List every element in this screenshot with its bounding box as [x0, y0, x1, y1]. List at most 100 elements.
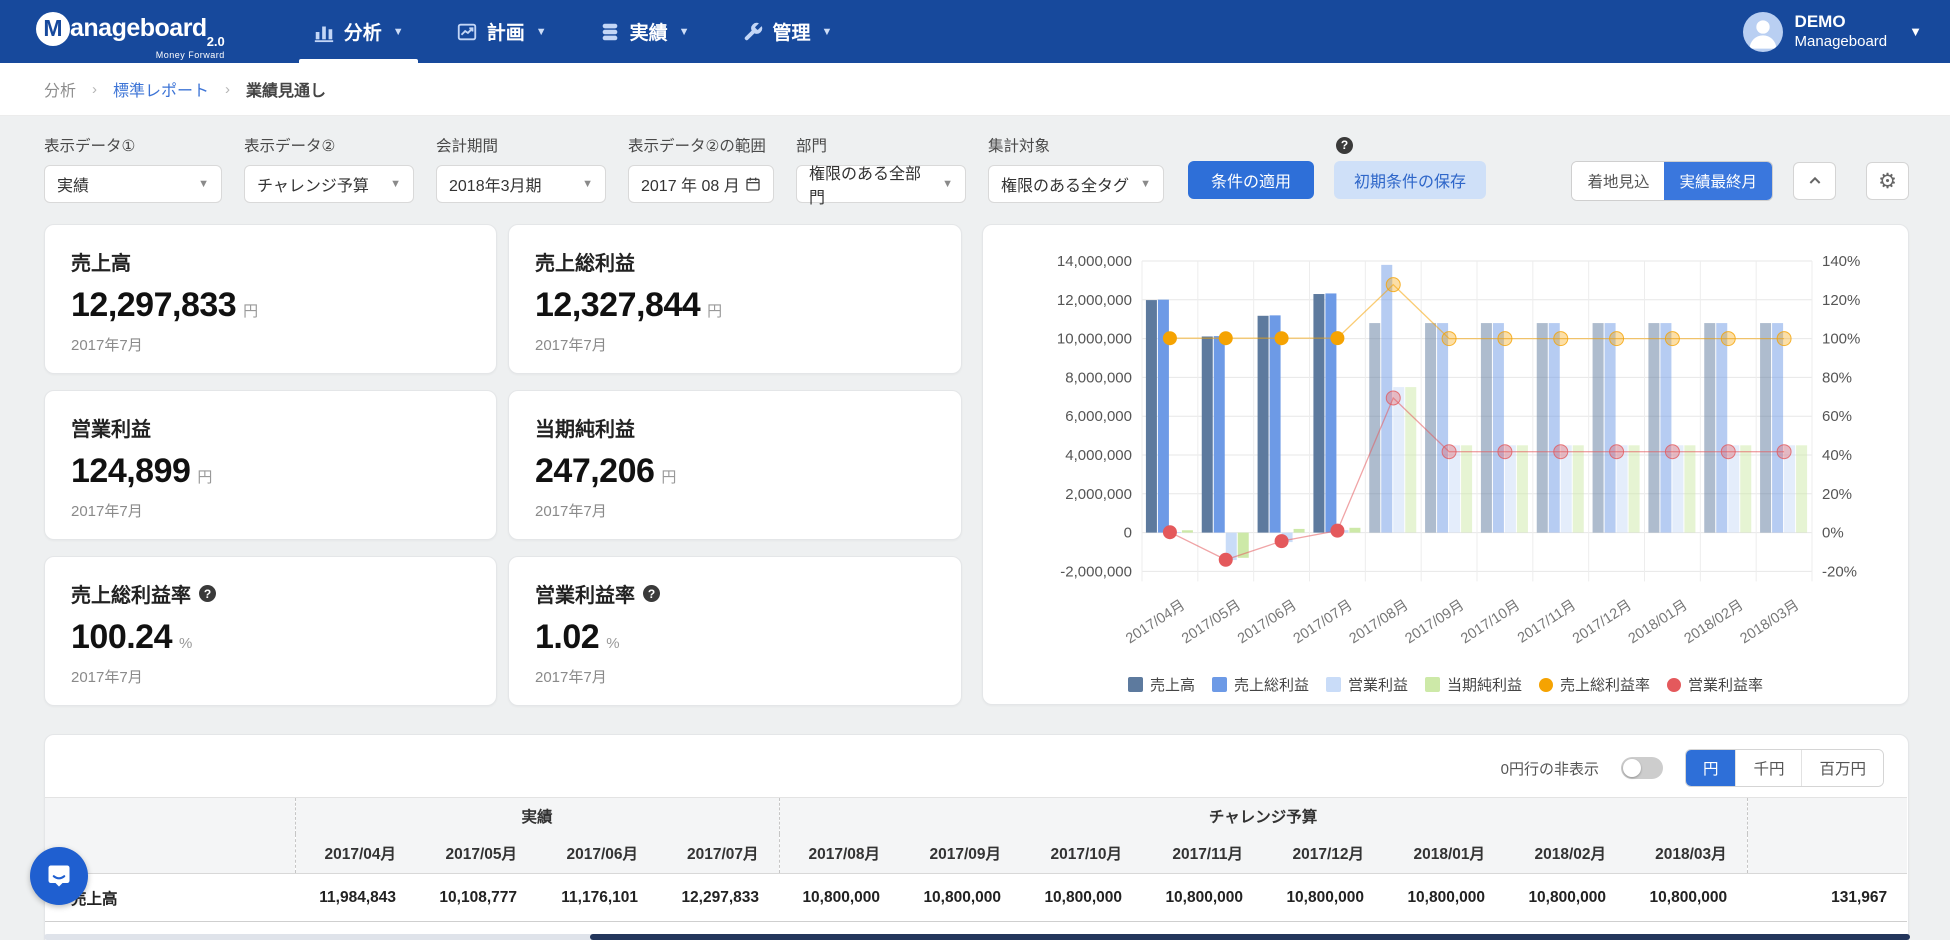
- chevron-down-icon: ▼: [1909, 24, 1922, 39]
- settings-button[interactable]: ⚙: [1866, 162, 1909, 200]
- breadcrumb-standard-report-link[interactable]: 標準レポート: [113, 77, 209, 101]
- display-data-1-select[interactable]: 実績▼: [44, 165, 222, 203]
- help-icon[interactable]: ?: [1336, 136, 1353, 154]
- report-table-wrap: 実績チャレンジ予算2017/04月2017/05月2017/06月2017/07…: [45, 797, 1908, 940]
- user-org: Manageboard: [1795, 32, 1888, 52]
- kpi-period: 2017年7月: [535, 666, 935, 687]
- chevron-down-icon: ▼: [1140, 178, 1151, 190]
- unit-million-yen-button[interactable]: 百万円: [1801, 750, 1883, 786]
- help-icon[interactable]: ?: [643, 585, 660, 602]
- kpi-title: 当期純利益: [535, 413, 635, 442]
- chart-bar: [1425, 323, 1436, 533]
- table-cell: 10,800,000: [779, 874, 900, 922]
- fiscal-period-select[interactable]: 2018年3月期▼: [436, 165, 606, 203]
- app-logo[interactable]: M anageboard 2.0 Money Forward: [36, 10, 225, 54]
- chart-bar: [1493, 323, 1504, 533]
- kpi-card-net-income: 当期純利益 247,206円 2017年7月: [508, 390, 962, 540]
- kpi-unit: 円: [197, 466, 212, 487]
- landing-forecast-button[interactable]: 着地見込: [1572, 162, 1664, 200]
- filter-label: 表示データ①: [44, 134, 222, 156]
- month-header: 2017/12月: [1263, 834, 1384, 874]
- nav-item-analysis[interactable]: 分析 ▼: [287, 0, 430, 63]
- chart-bar: [1393, 387, 1404, 532]
- help-icon[interactable]: ?: [199, 585, 216, 602]
- chart-point: [1163, 331, 1177, 345]
- chart-point: [1442, 445, 1456, 459]
- display-data-2-select[interactable]: チャレンジ予算▼: [244, 165, 414, 203]
- chart-point: [1554, 332, 1568, 346]
- nav-item-plan[interactable]: 計画 ▼: [430, 0, 573, 63]
- chart-bar: [1537, 323, 1548, 533]
- nav-item-label: 計画: [487, 18, 525, 45]
- month-header: 2017/04月: [295, 834, 416, 874]
- kpi-title: 営業利益: [71, 413, 151, 442]
- performance-chart: 14,000,000140%12,000,000120%10,000,00010…: [996, 235, 1895, 667]
- hide-zero-rows-toggle[interactable]: [1621, 757, 1663, 779]
- chart-point: [1330, 331, 1344, 345]
- user-menu[interactable]: DEMO Manageboard ▼: [1743, 0, 1922, 63]
- select-value: チャレンジ予算: [257, 172, 369, 196]
- svg-text:140%: 140%: [1822, 253, 1860, 270]
- group-header: チャレンジ予算: [779, 798, 1747, 834]
- filter-display-data-1: 表示データ① 実績▼: [44, 134, 222, 203]
- kpi-value: 124,899: [71, 452, 190, 491]
- select-value: 2018年3月期: [449, 172, 542, 196]
- nav-item-actuals[interactable]: 実績 ▼: [573, 0, 716, 63]
- month-header: 2018/02月: [1505, 834, 1626, 874]
- chart-point: [1330, 524, 1344, 538]
- chat-bubble-icon: [45, 862, 73, 890]
- view-controls: 着地見込 実績最終月 ⚙: [1571, 161, 1909, 201]
- horizontal-scrollbar-thumb[interactable]: [590, 934, 1910, 940]
- nav-item-admin[interactable]: 管理 ▼: [716, 0, 859, 63]
- kpi-card-sales: 売上高 12,297,833円 2017年7月: [44, 224, 497, 374]
- chart-bar: [1549, 323, 1560, 533]
- actual-last-month-button[interactable]: 実績最終月: [1664, 162, 1772, 200]
- aggregation-target-select[interactable]: 権限のある全タグ▼: [988, 165, 1164, 203]
- chart-point: [1386, 278, 1400, 292]
- line-chart-icon: [456, 21, 478, 43]
- chart-bar: [1325, 293, 1336, 532]
- kpi-grid: 売上高 12,297,833円 2017年7月 売上総利益 12,327,844…: [44, 224, 962, 706]
- table-cell: 12,297,833: [658, 874, 779, 922]
- svg-text:120%: 120%: [1822, 292, 1860, 309]
- collapse-panel-button[interactable]: [1793, 162, 1836, 200]
- wrench-icon: [742, 21, 764, 43]
- svg-text:2018/02月: 2018/02月: [1682, 597, 1747, 647]
- data2-range-date-input[interactable]: 2017 年 08 月: [628, 165, 774, 203]
- table-cell-total: 131,967: [1747, 874, 1907, 922]
- kpi-period: 2017年7月: [71, 666, 470, 687]
- legend-item: 当期純利益: [1425, 674, 1522, 695]
- unit-yen-button[interactable]: 円: [1686, 750, 1736, 786]
- chevron-right-icon: ›: [225, 81, 230, 98]
- chat-support-button[interactable]: [30, 847, 88, 905]
- chart-legend: 売上高売上総利益営業利益当期純利益売上総利益率営業利益率: [996, 674, 1895, 695]
- chart-point: [1777, 332, 1791, 346]
- kpi-period: 2017年7月: [535, 334, 935, 355]
- filter-display-data-2: 表示データ② チャレンジ予算▼: [244, 134, 414, 203]
- kpi-unit: 円: [243, 300, 258, 321]
- logo-version: 2.0: [207, 34, 225, 49]
- department-select[interactable]: 権限のある全部門▼: [796, 165, 966, 203]
- kpi-card-gross-margin: 売上総利益率? 100.24% 2017年7月: [44, 556, 497, 706]
- unit-thousand-yen-button[interactable]: 千円: [1735, 750, 1801, 786]
- chart-point: [1275, 331, 1289, 345]
- user-name: DEMO: [1795, 12, 1888, 32]
- svg-text:2017/11月: 2017/11月: [1515, 597, 1579, 646]
- month-header: 2017/09月: [900, 834, 1021, 874]
- save-default-conditions-button[interactable]: 初期条件の保存: [1334, 161, 1486, 199]
- chart-bar: [1437, 323, 1448, 533]
- svg-text:2017/08月: 2017/08月: [1347, 597, 1412, 647]
- apply-conditions-button[interactable]: 条件の適用: [1188, 161, 1314, 199]
- date-value: 2017 年 08 月: [641, 172, 740, 196]
- filter-actions: 条件の適用 ? 初期条件の保存: [1188, 161, 1486, 199]
- month-header: 2017/05月: [416, 834, 537, 874]
- chart-bar: [1214, 336, 1225, 533]
- table-controls: 0円行の非表示 円 千円 百万円: [45, 749, 1908, 787]
- view-mode-segment: 着地見込 実績最終月: [1571, 161, 1773, 201]
- svg-text:2017/09月: 2017/09月: [1402, 597, 1467, 647]
- chart-bar: [1349, 528, 1360, 533]
- svg-text:12,000,000: 12,000,000: [1057, 292, 1132, 309]
- svg-text:2017/04月: 2017/04月: [1123, 597, 1188, 647]
- chart-bar: [1517, 445, 1528, 532]
- main-nav: 分析 ▼ 計画 ▼ 実績 ▼ 管理 ▼: [287, 0, 859, 63]
